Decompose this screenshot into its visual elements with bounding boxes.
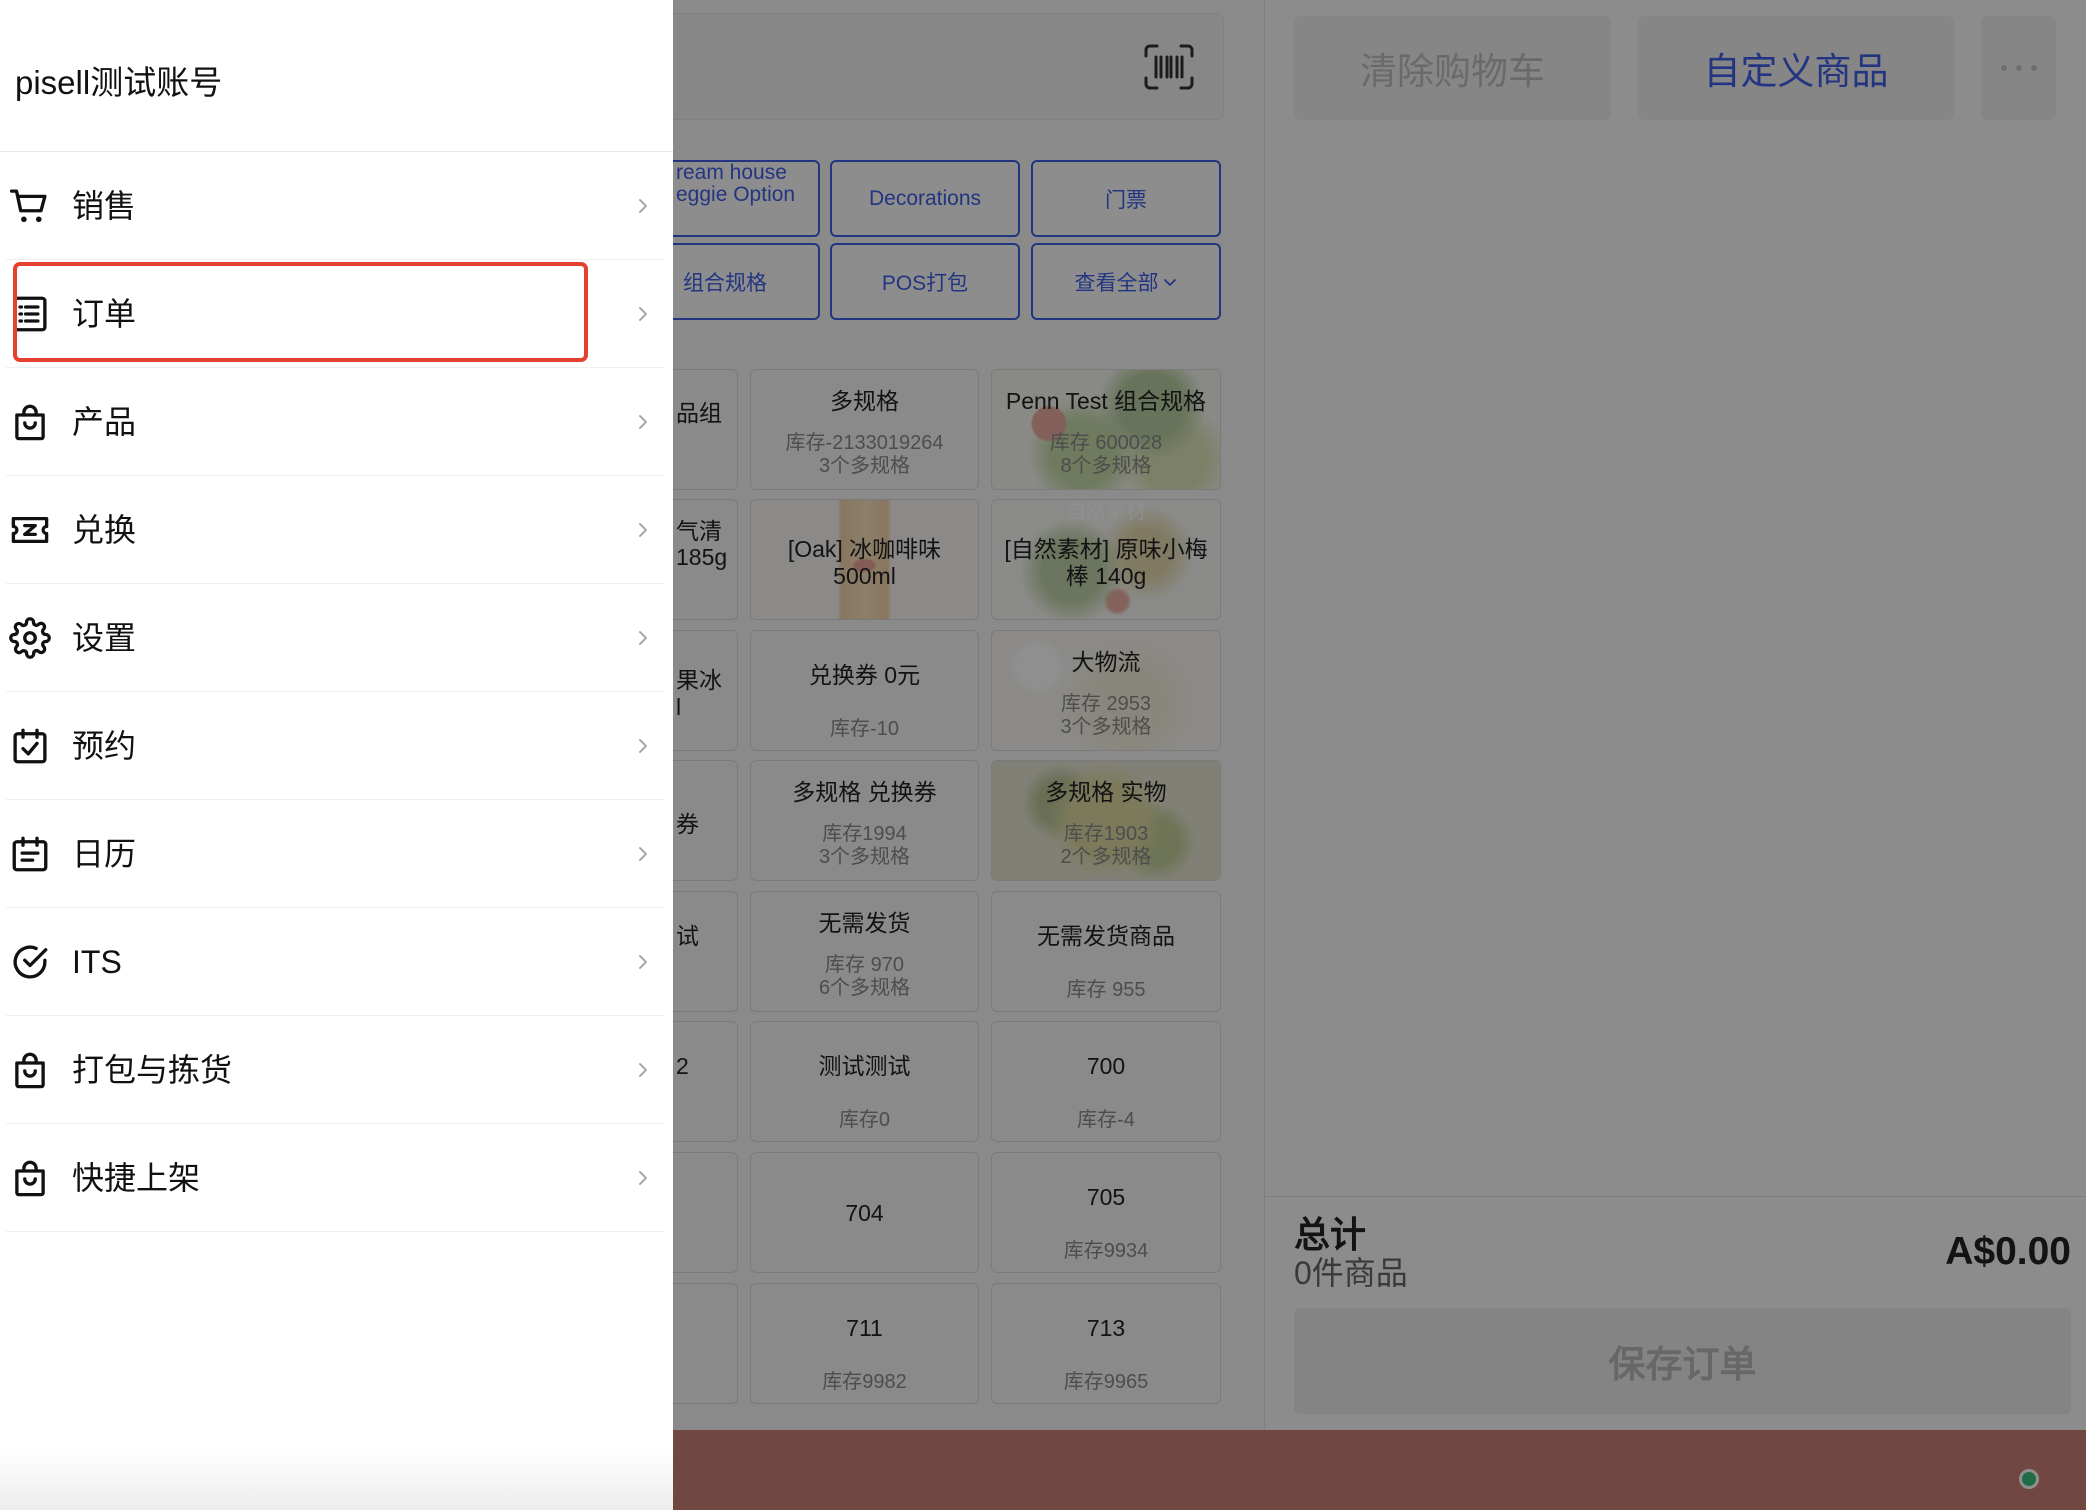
menu-item-sales[interactable]: 销售 bbox=[6, 152, 665, 260]
menu-item-calendar[interactable]: 日历 bbox=[6, 800, 665, 908]
menu-item-quick-listing[interactable]: 快捷上架 bbox=[6, 1124, 665, 1232]
bag-icon bbox=[9, 401, 51, 443]
menu-item-label: 预约 bbox=[72, 728, 137, 764]
cart-icon bbox=[9, 185, 51, 227]
menu-item-label: 产品 bbox=[72, 404, 137, 440]
calendar-icon bbox=[9, 833, 51, 875]
ticket-icon bbox=[9, 509, 51, 551]
menu-item-label: 设置 bbox=[72, 620, 137, 656]
chevron-right-icon bbox=[639, 307, 647, 321]
chevron-right-icon bbox=[639, 739, 647, 753]
chevron-right-icon bbox=[639, 955, 647, 969]
menu-item-label: 兑换 bbox=[72, 512, 137, 548]
menu-item-its[interactable]: ITS bbox=[6, 908, 665, 1016]
bag-icon bbox=[9, 1157, 51, 1199]
menu-item-redeem[interactable]: 兑换 bbox=[6, 476, 665, 584]
account-name: pisell测试账号 bbox=[15, 64, 223, 101]
chevron-right-icon bbox=[639, 1171, 647, 1185]
chevron-right-icon bbox=[639, 523, 647, 537]
circle-check-icon bbox=[9, 941, 51, 983]
menu-item-label: ITS bbox=[72, 944, 122, 980]
drawer-bottom-fade bbox=[0, 1450, 673, 1510]
menu-item-label: 日历 bbox=[72, 836, 137, 872]
menu-item-label: 销售 bbox=[72, 188, 137, 224]
menu-item-label: 打包与拣货 bbox=[72, 1052, 233, 1088]
menu-item-label: 快捷上架 bbox=[72, 1160, 201, 1196]
bag-icon bbox=[9, 1049, 51, 1091]
menu-item-products[interactable]: 产品 bbox=[6, 368, 665, 476]
chevron-right-icon bbox=[639, 847, 647, 861]
highlight-box bbox=[13, 262, 588, 362]
chevron-right-icon bbox=[639, 199, 647, 213]
chevron-right-icon bbox=[639, 415, 647, 429]
chevron-right-icon bbox=[639, 631, 647, 645]
menu-item-packing-picking[interactable]: 打包与拣货 bbox=[6, 1016, 665, 1124]
drawer-header: pisell测试账号 bbox=[0, 0, 673, 152]
menu-item-booking[interactable]: 预约 bbox=[6, 692, 665, 800]
chevron-right-icon bbox=[639, 1063, 647, 1077]
gear-icon bbox=[9, 617, 51, 659]
calendar-check-icon bbox=[9, 725, 51, 767]
menu-item-settings[interactable]: 设置 bbox=[6, 584, 665, 692]
navigation-drawer: pisell测试账号 销售 订单 产品 兑换 设置 预约 日历 ITS 打包与拣… bbox=[0, 0, 673, 1510]
